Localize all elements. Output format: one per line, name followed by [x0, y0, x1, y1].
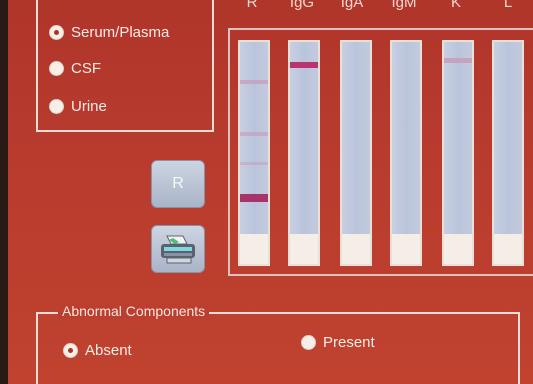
strip-band: [240, 194, 268, 202]
strip-l[interactable]: [492, 40, 524, 266]
strip-header-k: K: [450, 0, 461, 11]
radio-urine[interactable]: Urine: [50, 96, 107, 116]
screen-bezel: [0, 0, 8, 384]
strip-header-igg: IgG: [289, 0, 315, 11]
abnormal-components-group: Abnormal Components Absent Present: [36, 303, 520, 384]
strip-header-igm: IgM: [391, 0, 417, 11]
radio-button-selected[interactable]: [50, 25, 63, 39]
strip-band: [290, 62, 318, 68]
strip-well: [240, 234, 268, 264]
strip-band: [240, 132, 268, 136]
strip-well: [444, 234, 472, 264]
strip-header-l: L: [503, 0, 513, 11]
strip-igg[interactable]: [288, 40, 320, 266]
strip-header-r: R: [246, 0, 258, 11]
strip-k[interactable]: [442, 40, 474, 266]
sample-type-group: Serum/Plasma CSF Urine: [36, 0, 214, 132]
radio-label-csf: CSF: [71, 59, 101, 77]
strip-well: [290, 234, 318, 264]
strip-well: [494, 234, 522, 264]
radio-button[interactable]: [50, 99, 63, 113]
radio-csf[interactable]: CSF: [50, 58, 101, 78]
strip-igm[interactable]: [390, 40, 422, 266]
radio-button-selected[interactable]: [64, 343, 77, 357]
radio-absent[interactable]: Absent: [64, 340, 132, 360]
electrophoresis-strip-panel: [228, 28, 533, 276]
strip-band: [240, 162, 268, 165]
abnormal-components-title: Abnormal Components: [58, 303, 210, 319]
radio-serum-plasma[interactable]: Serum/Plasma: [50, 22, 169, 42]
r-button[interactable]: R: [151, 160, 205, 208]
print-button[interactable]: [151, 225, 205, 273]
strip-r[interactable]: [238, 40, 270, 266]
r-button-label: R: [172, 175, 184, 192]
strip-band: [444, 58, 472, 63]
printer-icon: [161, 235, 195, 264]
radio-button[interactable]: [50, 61, 63, 75]
radio-label-serum-plasma: Serum/Plasma: [71, 23, 170, 41]
strip-iga[interactable]: [340, 40, 372, 266]
radio-present[interactable]: Present: [302, 332, 375, 352]
radio-label-absent: Absent: [85, 341, 132, 359]
radio-button[interactable]: [302, 335, 315, 349]
strip-header-iga: IgA: [340, 0, 364, 11]
strip-band: [240, 80, 268, 84]
radio-label-urine: Urine: [71, 97, 107, 115]
strip-well: [342, 234, 370, 264]
radio-label-present: Present: [323, 333, 375, 351]
strip-well: [392, 234, 420, 264]
